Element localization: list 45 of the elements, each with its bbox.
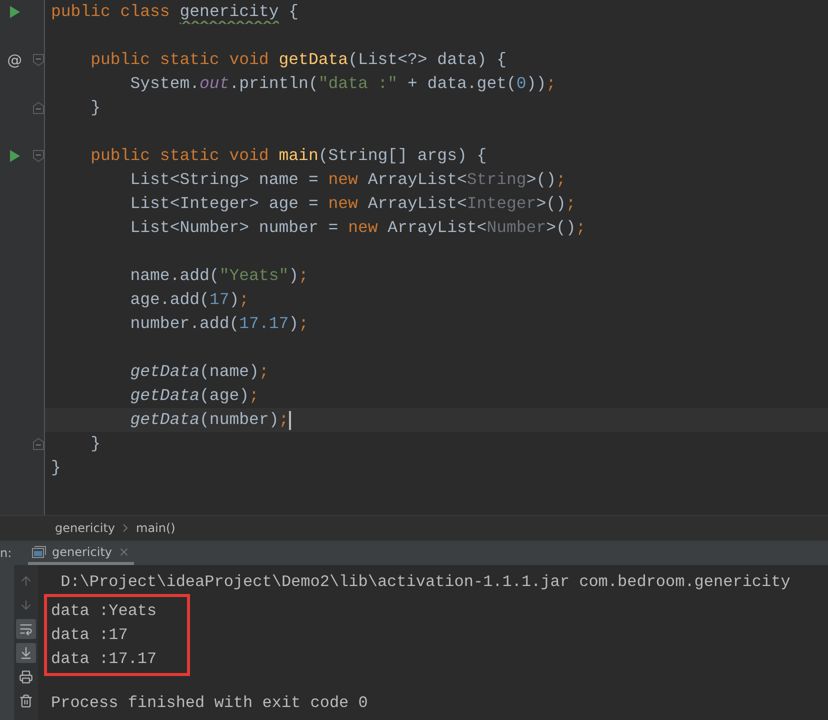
fold-icon[interactable] xyxy=(33,54,44,66)
text-caret xyxy=(288,410,291,430)
code-line: getData(number); xyxy=(129,409,289,431)
console-icon xyxy=(32,546,46,558)
fold-icon[interactable] xyxy=(33,438,44,450)
code-editor[interactable] xyxy=(0,0,828,515)
code-line: List<Number> number = new ArrayList<Number>(); xyxy=(129,217,586,239)
tab-title: genericity xyxy=(52,544,112,560)
scroll-to-end-icon xyxy=(18,646,32,660)
code-line: } xyxy=(51,457,61,479)
close-icon[interactable] xyxy=(118,546,130,558)
code-line: System.out.println("data :" + data.get(0)); xyxy=(129,73,556,95)
breadcrumb-item[interactable]: main() xyxy=(136,519,176,537)
chevron-icon xyxy=(123,524,128,532)
down-arrow-icon xyxy=(18,598,32,612)
up-arrow-icon xyxy=(18,574,32,588)
print-icon xyxy=(18,670,32,684)
console-line: D:\Project\ideaProject\Demo2\lib\activation-1.1.1.jar com.bedroom.genericity xyxy=(60,572,792,593)
soft-wrap-icon xyxy=(18,622,32,636)
code-line: List<Integer> age = new ArrayList<Integer>(); xyxy=(129,193,576,215)
code-line: } xyxy=(90,97,101,119)
trash-icon xyxy=(18,694,32,708)
fold-icon[interactable] xyxy=(33,150,44,162)
breadcrumb-item[interactable]: genericity xyxy=(55,519,115,537)
code-line: List<String> name = new ArrayList<String>(); xyxy=(129,169,566,191)
run-icon[interactable] xyxy=(10,150,20,162)
code-line: getData(name); xyxy=(129,361,269,383)
console-line: data :17 xyxy=(51,625,128,646)
run-label: n: xyxy=(0,545,13,562)
code-line: getData(age); xyxy=(129,385,259,407)
console-line: data :Yeats xyxy=(51,601,157,622)
code-line: public static void main(String[] args) { xyxy=(90,145,487,167)
fold-icon[interactable] xyxy=(33,102,44,114)
code-line: public static void getData(List<?> data) { xyxy=(90,49,506,71)
code-line: name.add("Yeats"); xyxy=(129,265,308,287)
code-line: number.add(17.17); xyxy=(129,313,308,335)
soft-wrap-button[interactable] xyxy=(16,619,36,639)
code-line: public class genericity { xyxy=(51,1,299,23)
code-line: } xyxy=(90,433,101,455)
scroll-to-end-button[interactable] xyxy=(16,643,36,663)
override-icon[interactable]: @ xyxy=(7,52,22,68)
console-line: Process finished with exit code 0 xyxy=(51,693,368,714)
console-line: data :17.17 xyxy=(51,649,157,670)
run-icon[interactable] xyxy=(10,6,20,18)
code-line: age.add(17); xyxy=(129,289,250,311)
